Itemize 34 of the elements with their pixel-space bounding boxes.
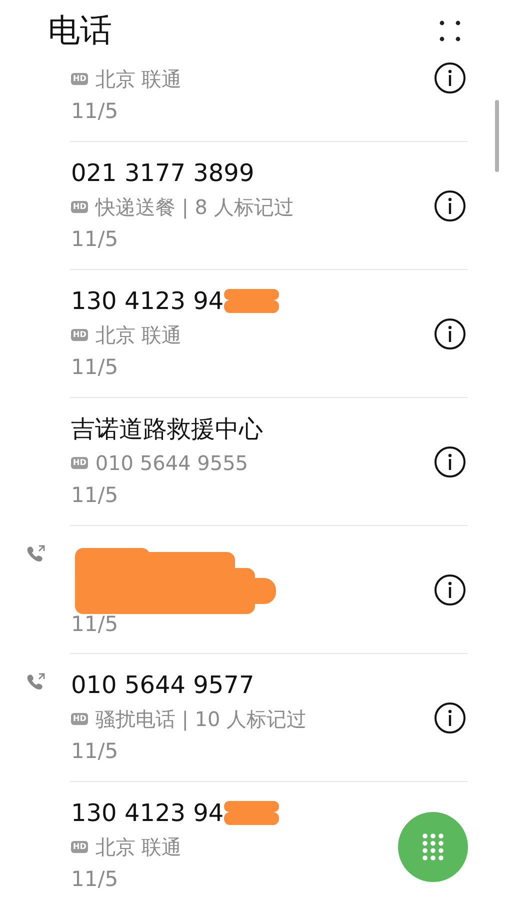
info-icon[interactable] xyxy=(434,62,466,94)
caller-name: 吉诺道路救援中心 xyxy=(71,414,263,445)
call-date: 11/5 xyxy=(71,738,118,765)
hd-badge: HD xyxy=(71,841,88,853)
call-date: 11/5 xyxy=(71,98,118,125)
dialpad-icon xyxy=(422,833,444,861)
caller-name: 130 4123 94 xyxy=(71,799,224,827)
hd-badge: HD xyxy=(71,329,88,341)
hd-badge: HD xyxy=(71,201,88,213)
hd-badge: HD xyxy=(71,713,88,725)
call-detail: 北京 联通 xyxy=(95,322,182,348)
caller-name: 130 4123 94 xyxy=(71,287,224,315)
info-icon[interactable] xyxy=(434,190,466,222)
info-icon[interactable] xyxy=(434,574,466,606)
caller-name: 010 5644 9577 xyxy=(71,671,254,699)
call-detail: 010 5644 9555 xyxy=(95,451,248,475)
call-detail: 骚扰电话 | 10 人标记过 xyxy=(95,706,307,732)
call-date: 11/5 xyxy=(71,482,118,509)
info-icon[interactable] xyxy=(434,702,466,734)
page-title: 电话 xyxy=(48,10,112,51)
scrollbar xyxy=(495,100,499,172)
caller-name: 021 3177 3899 xyxy=(71,159,254,187)
call-date: 11/5 xyxy=(71,610,118,638)
info-icon[interactable] xyxy=(434,318,466,350)
call-detail: 快递送餐 | 8 人标记过 xyxy=(95,194,294,220)
menu-icon[interactable] xyxy=(438,19,462,43)
call-date: 11/5 xyxy=(71,866,118,893)
info-icon[interactable] xyxy=(434,446,466,478)
hd-badge: HD xyxy=(71,73,88,85)
call-detail: 北京 联通 xyxy=(95,834,182,860)
call-date: 11/5 xyxy=(71,354,118,381)
call-date: 11/5 xyxy=(71,226,118,253)
call-detail: 北京 联通 xyxy=(95,66,182,92)
hd-badge: HD xyxy=(71,457,88,469)
